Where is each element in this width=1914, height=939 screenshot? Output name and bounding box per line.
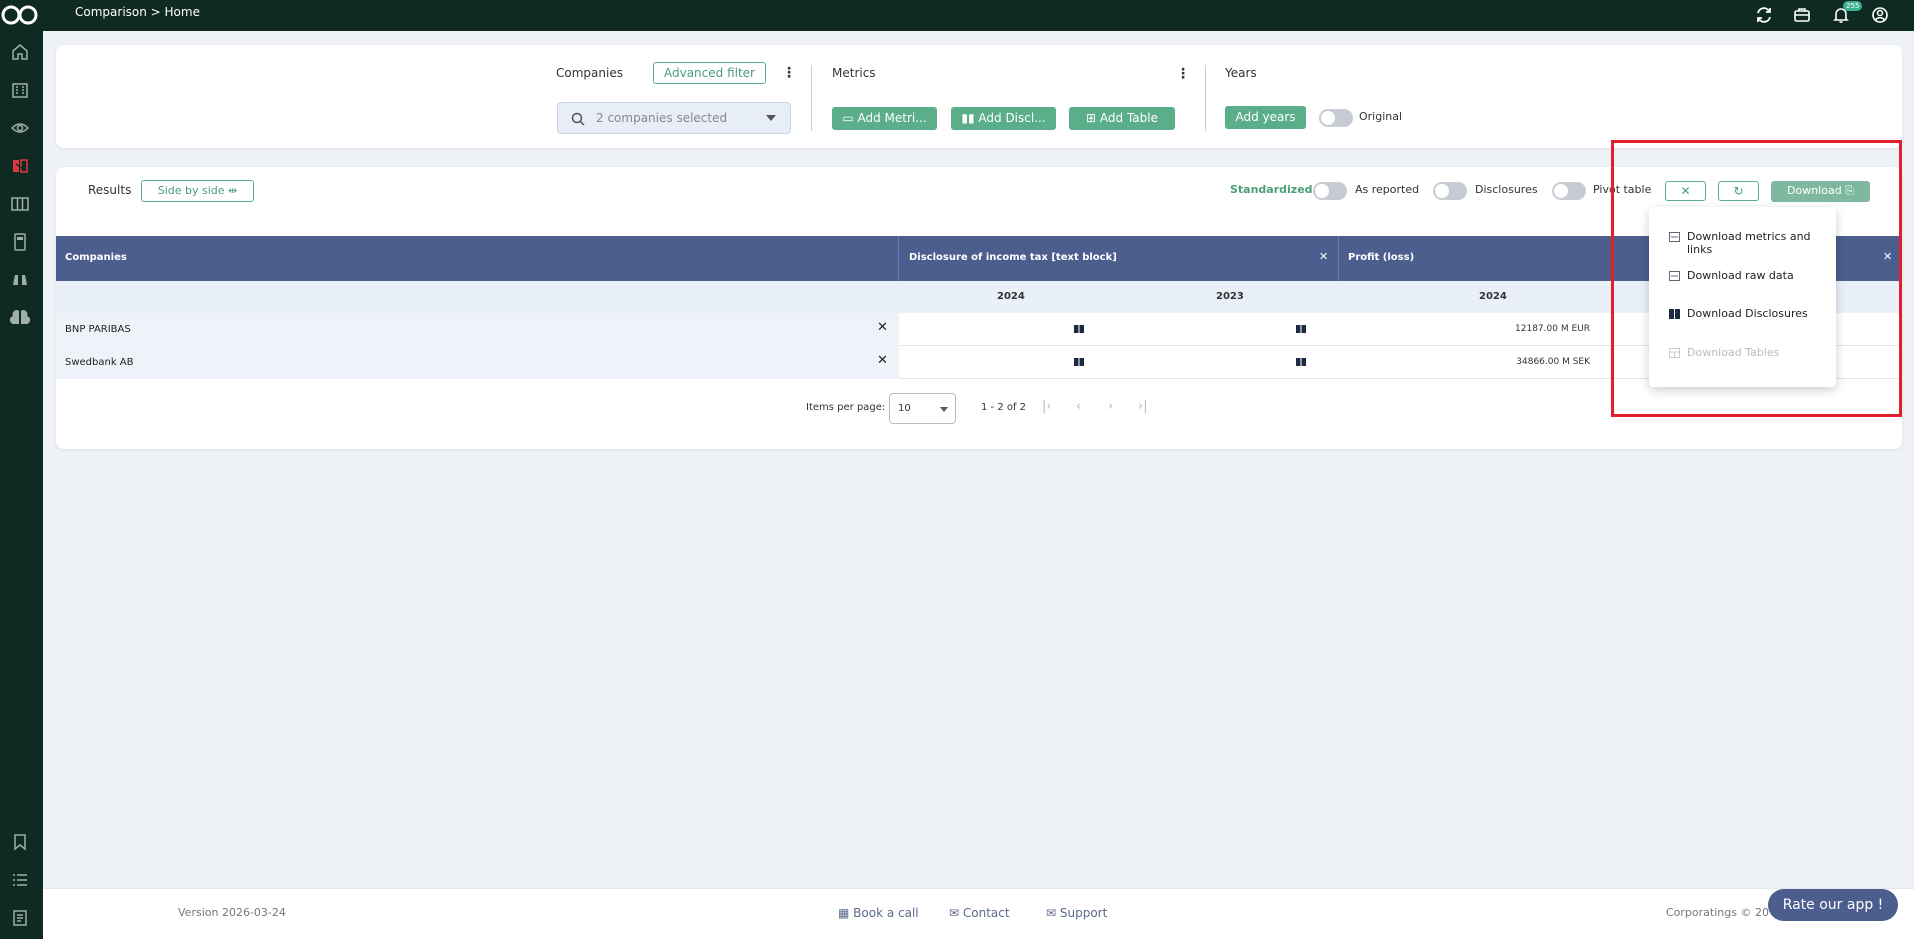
briefcase-icon[interactable] xyxy=(1793,6,1811,24)
column-header-income-tax: Disclosure of income tax [text block] xyxy=(909,252,1117,263)
companies-label: Companies xyxy=(556,66,623,80)
items-per-page-value: 10 xyxy=(898,403,911,414)
footer: Version 2026-03-24 ▦ Book a call ✉ Conta… xyxy=(43,888,1914,939)
filter-panel xyxy=(56,45,1902,148)
last-page-icon[interactable]: ›| xyxy=(1138,399,1148,414)
book-call-link[interactable]: ▦ Book a call xyxy=(838,906,919,920)
as-reported-label: As reported xyxy=(1355,183,1420,196)
original-toggle[interactable] xyxy=(1319,109,1353,127)
brain-icon[interactable] xyxy=(10,308,30,328)
companies-select-value: 2 companies selected xyxy=(596,111,728,125)
copyright-text: Corporatings © 20 xyxy=(1666,906,1769,919)
standardized-label: Standardized xyxy=(1230,183,1313,196)
book-icon: ▮▮ xyxy=(961,111,979,125)
book-icon[interactable] xyxy=(1296,358,1306,366)
book-icon[interactable] xyxy=(1296,325,1306,333)
contact-label: Contact xyxy=(962,906,1010,920)
chevron-down-icon xyxy=(940,407,948,412)
advanced-filter-button[interactable]: Advanced filter xyxy=(653,62,766,84)
support-label: Support xyxy=(1059,906,1108,920)
divider xyxy=(811,65,812,131)
side-by-side-button[interactable]: Side by side ⇹ xyxy=(141,180,254,202)
support-link[interactable]: ✉ Support xyxy=(1046,906,1107,920)
items-per-page-label: Items per page: xyxy=(806,402,886,413)
disclosures-label: Disclosures xyxy=(1475,183,1538,196)
divider xyxy=(1205,65,1206,131)
user-account-icon[interactable] xyxy=(1871,6,1889,24)
next-page-icon[interactable]: › xyxy=(1108,399,1113,414)
book-icon[interactable] xyxy=(1074,325,1084,333)
remove-row-icon[interactable]: ✕ xyxy=(877,320,888,335)
buildings-icon[interactable] xyxy=(10,80,30,100)
year-header: 2023 xyxy=(1216,291,1244,302)
top-bar: Comparison > Home 255 xyxy=(0,0,1914,31)
pagination-range: 1 - 2 of 2 xyxy=(981,402,1027,413)
calculator-icon[interactable] xyxy=(10,232,30,252)
highlight-box xyxy=(1611,140,1902,417)
company-name[interactable]: BNP PARIBAS xyxy=(65,324,131,335)
breadcrumb[interactable]: Comparison > Home xyxy=(75,5,200,19)
add-table-label: Add Table xyxy=(1099,111,1158,125)
first-page-icon[interactable]: |‹ xyxy=(1042,399,1052,414)
sync-icon[interactable] xyxy=(1755,6,1773,24)
mail-icon: ✉ xyxy=(1046,906,1060,920)
rate-app-button[interactable]: Rate our app ! xyxy=(1768,889,1898,921)
add-years-button[interactable]: Add years xyxy=(1225,106,1306,129)
companies-select[interactable]: 2 companies selected xyxy=(557,102,791,134)
metrics-label: Metrics xyxy=(832,66,876,80)
bookmark-icon[interactable] xyxy=(10,832,30,852)
calendar-icon: ▦ xyxy=(838,906,854,920)
table-icon: ⊞ xyxy=(1086,111,1100,125)
sidebar xyxy=(0,31,43,939)
profit-value[interactable]: 34866.00 M SEK xyxy=(1470,357,1590,367)
companies-menu-icon[interactable]: ⋮ xyxy=(782,65,796,81)
chevron-down-icon xyxy=(766,115,776,121)
home-icon[interactable] xyxy=(10,42,30,62)
remove-row-icon[interactable]: ✕ xyxy=(877,353,888,368)
year-header: 2024 xyxy=(1479,291,1507,302)
book-call-label: Book a call xyxy=(853,906,919,920)
document-list-icon[interactable] xyxy=(10,908,30,928)
version-text: Version 2026-03-24 xyxy=(178,906,286,919)
pivot-table-toggle[interactable] xyxy=(1552,182,1586,200)
items-per-page-select[interactable]: 10 xyxy=(889,393,956,424)
add-disclosure-label: Add Discl... xyxy=(978,111,1046,125)
original-label: Original xyxy=(1359,110,1403,123)
add-table-button[interactable]: ⊞ Add Table xyxy=(1069,107,1175,130)
search-icon xyxy=(571,112,585,126)
disclosures-toggle[interactable] xyxy=(1433,182,1467,200)
side-by-side-label: Side by side xyxy=(157,184,225,197)
column-divider xyxy=(898,236,899,281)
year-header: 2024 xyxy=(997,291,1025,302)
column-header-profit: Profit (loss) xyxy=(1348,252,1415,263)
notification-badge: 255 xyxy=(1843,1,1863,11)
columns-icon[interactable] xyxy=(10,194,30,214)
column-divider xyxy=(1338,236,1339,281)
column-header-companies: Companies xyxy=(65,252,127,263)
eye-icon[interactable] xyxy=(10,118,30,138)
mail-icon: ✉ xyxy=(949,906,963,920)
comparison-icon[interactable] xyxy=(10,156,30,176)
list-icon[interactable] xyxy=(10,870,30,890)
row-name-cell xyxy=(56,313,899,346)
profit-value[interactable]: 12187.00 M EUR xyxy=(1470,324,1590,334)
add-disclosure-button[interactable]: ▮▮ Add Discl... xyxy=(951,107,1056,130)
binoculars-icon[interactable] xyxy=(10,270,30,290)
row-name-cell xyxy=(56,346,899,379)
expand-horizontal-icon: ⇹ xyxy=(228,184,238,197)
book-icon[interactable] xyxy=(1074,358,1084,366)
app-logo[interactable] xyxy=(0,4,40,26)
previous-page-icon[interactable]: ‹ xyxy=(1076,399,1081,414)
company-name[interactable]: Swedbank AB xyxy=(65,357,134,368)
remove-column-icon[interactable]: ✕ xyxy=(1319,250,1328,263)
years-label: Years xyxy=(1225,66,1257,80)
contact-link[interactable]: ✉ Contact xyxy=(949,906,1010,920)
add-metric-button[interactable]: ▭ Add Metri... xyxy=(832,107,937,130)
metrics-menu-icon[interactable]: ⋮ xyxy=(1176,66,1190,82)
results-title: Results xyxy=(88,183,132,197)
standardized-toggle[interactable] xyxy=(1313,182,1347,200)
metric-icon: ▭ xyxy=(842,111,858,125)
add-metric-label: Add Metri... xyxy=(857,111,927,125)
